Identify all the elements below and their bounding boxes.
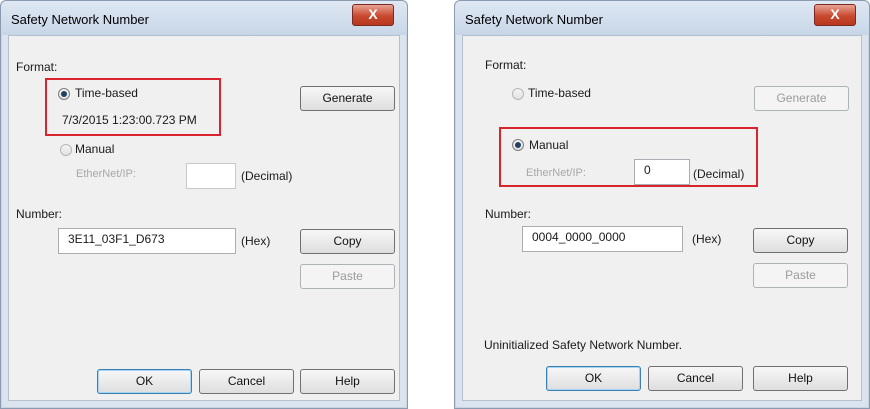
manual-label[interactable]: Manual <box>75 142 114 156</box>
dialog-title: Safety Network Number <box>465 12 603 27</box>
cancel-button[interactable]: Cancel <box>648 366 743 391</box>
title-bar[interactable]: Safety Network Number X <box>1 1 407 35</box>
title-bar[interactable]: Safety Network Number X <box>455 1 869 35</box>
dialog-title: Safety Network Number <box>11 12 149 27</box>
generate-button[interactable]: Generate <box>300 86 395 111</box>
dialog-body: Format: Time-based Generate Manual Ether… <box>462 35 862 401</box>
cancel-button[interactable]: Cancel <box>199 369 294 394</box>
help-button[interactable]: Help <box>753 366 848 391</box>
highlight-time-based <box>45 78 221 136</box>
help-button[interactable]: Help <box>300 369 395 394</box>
hex-label: (Hex) <box>692 232 722 246</box>
close-button[interactable]: X <box>352 4 394 26</box>
ethernet-input[interactable] <box>186 163 236 189</box>
format-label: Format: <box>16 60 58 74</box>
dialog-manual: Safety Network Number X Format: Time-bas… <box>454 0 870 409</box>
highlight-manual <box>499 127 758 187</box>
copy-button[interactable]: Copy <box>300 229 395 254</box>
paste-button[interactable]: Paste <box>300 264 395 289</box>
status-text: Uninitialized Safety Network Number. <box>484 338 683 352</box>
ok-button[interactable]: OK <box>97 369 192 394</box>
radio-time-based[interactable] <box>512 88 524 100</box>
ethernet-label: EtherNet/IP: <box>76 168 136 180</box>
copy-button[interactable]: Copy <box>753 228 848 253</box>
hex-label: (Hex) <box>241 234 271 248</box>
number-label: Number: <box>485 207 532 221</box>
dialog-time-based: Safety Network Number X Format: Time-bas… <box>0 0 408 409</box>
format-label: Format: <box>485 58 527 72</box>
decimal-label: (Decimal) <box>241 169 293 183</box>
paste-button[interactable]: Paste <box>753 263 848 288</box>
time-based-label[interactable]: Time-based <box>528 86 591 100</box>
close-button[interactable]: X <box>814 4 856 26</box>
number-input[interactable]: 0004_0000_0000 <box>522 226 683 252</box>
number-label: Number: <box>16 207 63 221</box>
radio-manual[interactable] <box>60 144 72 156</box>
generate-button[interactable]: Generate <box>754 86 849 111</box>
ok-button[interactable]: OK <box>546 366 641 391</box>
number-input[interactable]: 3E11_03F1_D673 <box>58 228 236 254</box>
dialog-body: Format: Time-based 7/3/2015 1:23:00.723 … <box>8 35 400 401</box>
